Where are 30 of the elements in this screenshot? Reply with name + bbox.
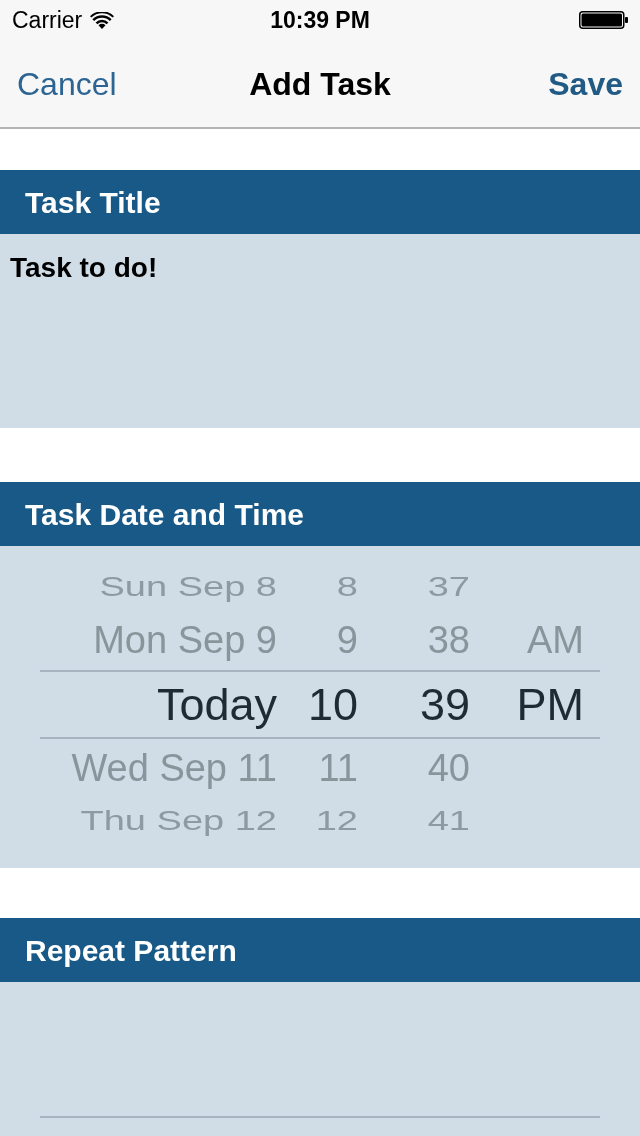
section-header: Task Date and Time (0, 482, 640, 546)
minute-option[interactable]: 37 (427, 573, 470, 601)
picker-wheel[interactable]: Sun Sep 8 8 37 Mon Sep 9 9 38 AM Today 10 39 PM Wed Sep 11 11 40 Thu Sep 12 12 41 (0, 546, 640, 868)
date-option[interactable]: Wed Sep 11 (71, 749, 277, 787)
screen-title: Add Task (249, 64, 391, 104)
cancel-button[interactable]: Cancel (17, 59, 117, 108)
minute-option[interactable]: 41 (427, 807, 470, 835)
section-header: Task Title (0, 170, 640, 234)
period-option[interactable]: PM (516, 682, 584, 727)
period-option[interactable]: AM (527, 621, 584, 659)
date-option[interactable]: Mon Sep 9 (93, 621, 277, 659)
battery-icon (579, 11, 628, 29)
carrier-label: Carrier (12, 5, 83, 35)
task-title-field[interactable]: Task to do! (0, 234, 640, 428)
hour-option[interactable]: 11 (318, 749, 358, 787)
minute-option[interactable]: 40 (427, 749, 470, 787)
date-option[interactable]: Thu Sep 12 (80, 807, 277, 835)
date-option[interactable]: Sun Sep 8 (99, 573, 277, 601)
minute-option[interactable]: 39 (419, 682, 470, 727)
hour-option[interactable]: 10 (307, 682, 358, 727)
status-time: 10:39 PM (270, 5, 370, 35)
picker-wheel[interactable] (0, 982, 640, 1136)
minute-option[interactable]: 38 (427, 621, 470, 659)
hour-option[interactable]: 8 (336, 573, 358, 601)
save-button[interactable]: Save (548, 59, 623, 108)
hour-option[interactable]: 12 (315, 807, 358, 835)
wifi-icon (90, 11, 115, 29)
section-header: Repeat Pattern (0, 918, 640, 982)
date-option[interactable]: Today (156, 682, 277, 727)
hour-option[interactable]: 9 (336, 621, 358, 659)
